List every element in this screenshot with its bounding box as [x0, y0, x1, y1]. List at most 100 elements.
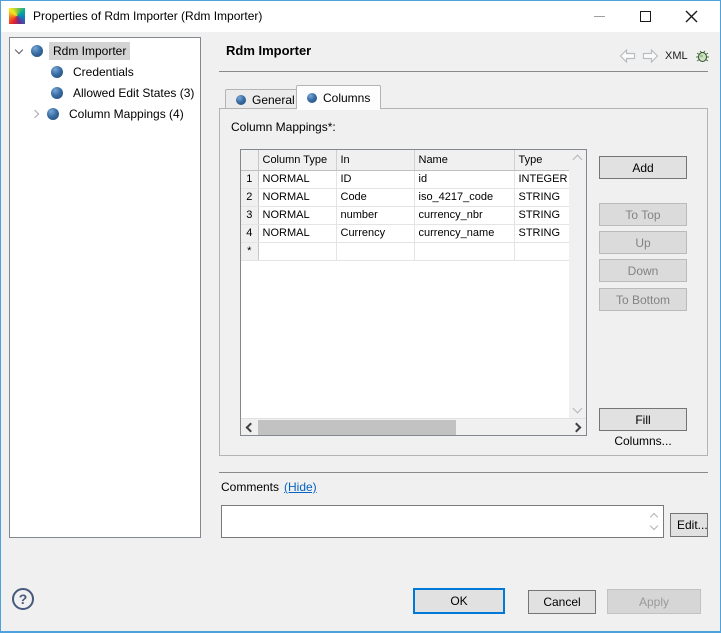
row-num: 1	[241, 170, 258, 188]
header-column-type[interactable]: Column Type	[258, 150, 336, 170]
row-num: 4	[241, 224, 258, 242]
cell-name[interactable]: currency_name	[414, 224, 514, 242]
app-color-wheel-icon	[9, 8, 25, 24]
cancel-button[interactable]: Cancel	[528, 590, 596, 614]
fill-columns-button[interactable]: Fill Columns...	[599, 408, 687, 431]
scroll-up-icon[interactable]	[650, 513, 658, 521]
forward-arrow-icon[interactable]	[642, 49, 659, 63]
chevron-down-icon[interactable]	[15, 45, 23, 53]
cell-column-type[interactable]	[258, 242, 336, 260]
minimize-button	[577, 1, 622, 32]
add-button[interactable]: Add	[599, 156, 687, 179]
tab-general[interactable]: General	[225, 89, 306, 109]
header-toolbar: XML	[619, 47, 711, 65]
cell-name[interactable]: currency_nbr	[414, 206, 514, 224]
chevron-right-icon[interactable]	[31, 110, 39, 118]
column-mappings-table: Column Type In Name Type 1 NORMAL ID id …	[240, 149, 587, 436]
ok-button[interactable]: OK	[413, 588, 505, 614]
cell-type[interactable]: INTEGER	[514, 170, 569, 188]
row-num: 2	[241, 188, 258, 206]
tab-columns[interactable]: Columns	[296, 85, 381, 109]
header-type[interactable]: Type	[514, 150, 569, 170]
apply-button: Apply	[607, 589, 701, 614]
tree-item-allowed-edit-states[interactable]: Allowed Edit States (3)	[10, 83, 200, 103]
header-separator	[219, 71, 708, 72]
properties-dialog: Properties of Rdm Importer (Rdm Importer…	[0, 0, 721, 633]
scroll-down-icon[interactable]	[573, 404, 583, 414]
tree-item-label: Allowed Edit States (3)	[69, 84, 198, 102]
cell-in[interactable]: Currency	[336, 224, 414, 242]
cell-column-type[interactable]: NORMAL	[258, 170, 336, 188]
scroll-up-icon[interactable]	[573, 155, 583, 165]
cell-type[interactable]: STRING	[514, 188, 569, 206]
cell-type[interactable]: STRING	[514, 206, 569, 224]
table-new-row[interactable]: *	[241, 242, 569, 260]
scroll-left-icon[interactable]	[246, 423, 256, 433]
header-in[interactable]: In	[336, 150, 414, 170]
close-icon	[685, 10, 698, 23]
cell-in[interactable]: number	[336, 206, 414, 224]
comments-box	[221, 505, 664, 538]
up-button: Up	[599, 231, 687, 254]
close-button[interactable]	[669, 1, 714, 32]
scroll-right-icon[interactable]	[572, 423, 582, 433]
back-arrow-icon[interactable]	[619, 49, 636, 63]
comments-separator	[219, 472, 708, 473]
titlebar: Properties of Rdm Importer (Rdm Importer…	[1, 1, 720, 32]
cell-name[interactable]	[414, 242, 514, 260]
tree-item-label: Credentials	[69, 63, 138, 81]
scrollbar-thumb[interactable]	[258, 420, 456, 435]
cell-type[interactable]	[514, 242, 569, 260]
question-mark-icon: ?	[19, 591, 28, 607]
minimize-icon	[594, 16, 605, 17]
node-circle-icon	[47, 108, 59, 120]
page-title: Rdm Importer	[226, 43, 311, 58]
to-top-button: To Top	[599, 203, 687, 226]
cell-column-type[interactable]: NORMAL	[258, 224, 336, 242]
table-row[interactable]: 4 NORMAL Currency currency_name STRING	[241, 224, 569, 242]
table-row[interactable]: 2 NORMAL Code iso_4217_code STRING	[241, 188, 569, 206]
node-circle-icon	[51, 87, 63, 99]
tree-item-rdm-importer[interactable]: Rdm Importer	[10, 41, 200, 61]
window-title: Properties of Rdm Importer (Rdm Importer…	[33, 1, 262, 32]
cell-name[interactable]: iso_4217_code	[414, 188, 514, 206]
maximize-button[interactable]	[623, 1, 668, 32]
table-header-row: Column Type In Name Type	[241, 150, 569, 170]
header-name[interactable]: Name	[414, 150, 514, 170]
cell-name[interactable]: id	[414, 170, 514, 188]
tab-label: Columns	[323, 91, 370, 105]
cell-column-type[interactable]: NORMAL	[258, 188, 336, 206]
properties-tree: Rdm Importer Credentials Allowed Edit St…	[9, 37, 201, 538]
header-num[interactable]	[241, 150, 258, 170]
horizontal-scrollbar[interactable]	[241, 418, 586, 435]
comments-label: Comments	[221, 480, 279, 494]
tab-circle-icon	[307, 93, 317, 103]
down-button: Down	[599, 259, 687, 282]
cell-type[interactable]: STRING	[514, 224, 569, 242]
tree-item-label: Rdm Importer	[49, 42, 130, 60]
to-bottom-button: To Bottom	[599, 288, 687, 311]
bug-icon[interactable]	[694, 48, 711, 65]
help-button[interactable]: ?	[12, 588, 34, 610]
row-num: 3	[241, 206, 258, 224]
tab-label: General	[252, 93, 295, 107]
xml-view-button[interactable]: XML	[665, 50, 688, 62]
tree-item-column-mappings[interactable]: Column Mappings (4)	[10, 104, 200, 124]
cell-in[interactable]: ID	[336, 170, 414, 188]
cell-in[interactable]: Code	[336, 188, 414, 206]
vertical-scrollbar[interactable]	[569, 150, 586, 418]
tree-item-label: Column Mappings (4)	[65, 105, 188, 123]
comments-input[interactable]	[223, 507, 647, 536]
scroll-down-icon[interactable]	[650, 522, 658, 530]
row-num: *	[241, 242, 258, 260]
edit-comments-button[interactable]: Edit...	[670, 513, 708, 537]
table-row[interactable]: 3 NORMAL number currency_nbr STRING	[241, 206, 569, 224]
cell-column-type[interactable]: NORMAL	[258, 206, 336, 224]
table-row[interactable]: 1 NORMAL ID id INTEGER	[241, 170, 569, 188]
cell-in[interactable]	[336, 242, 414, 260]
hide-comments-link[interactable]: (Hide)	[284, 480, 317, 494]
tree-item-credentials[interactable]: Credentials	[10, 62, 200, 82]
tab-circle-icon	[236, 95, 246, 105]
node-circle-icon	[51, 66, 63, 78]
maximize-icon	[640, 11, 651, 22]
